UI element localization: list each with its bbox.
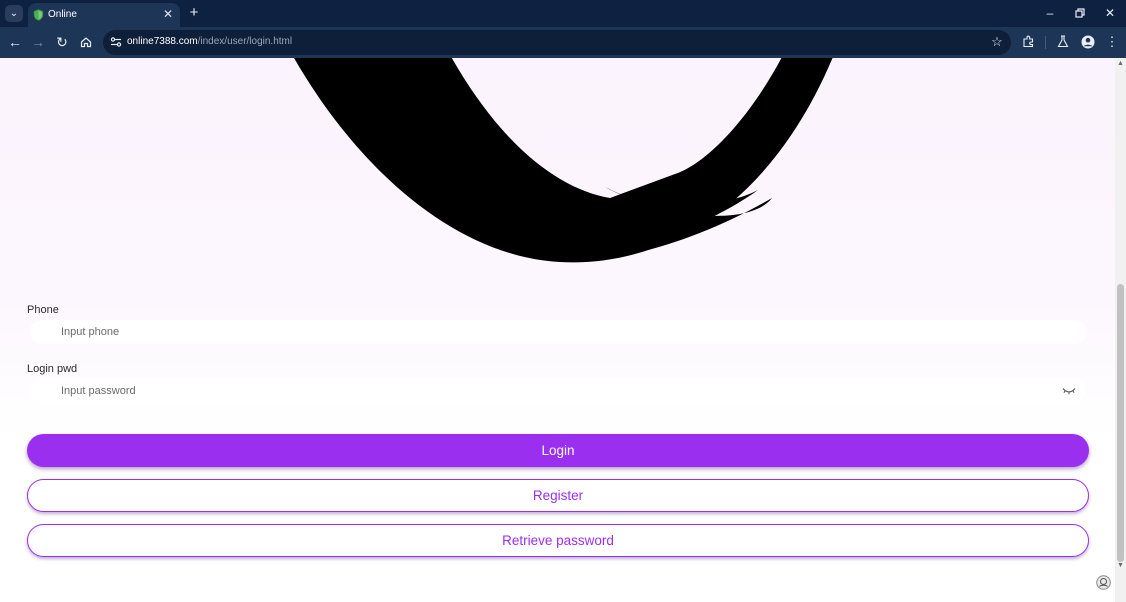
extensions-puzzle-icon[interactable]	[1019, 33, 1037, 51]
tab-search-chevron-icon[interactable]: ⌄	[5, 5, 23, 22]
phone-input[interactable]	[61, 323, 1021, 341]
restore-icon[interactable]	[1070, 5, 1090, 21]
register-button[interactable]: Register	[27, 479, 1089, 512]
eye-closed-icon[interactable]	[1062, 387, 1076, 395]
browser-toolbar: ← → ↻ online7388.com/index/user/login.ht…	[0, 27, 1126, 58]
phone-label: Phone	[27, 304, 59, 316]
shield-icon	[33, 9, 44, 21]
page-scrollbar[interactable]: ▲ ▼	[1115, 58, 1126, 602]
home-icon[interactable]	[77, 33, 95, 51]
forward-arrow-icon[interactable]: →	[29, 33, 47, 51]
profile-avatar-icon[interactable]	[1079, 33, 1097, 51]
password-field[interactable]	[30, 379, 1086, 403]
password-input[interactable]	[61, 382, 1021, 400]
bookmark-star-icon[interactable]: ☆	[989, 34, 1005, 50]
scroll-up-arrow-icon[interactable]: ▲	[1117, 60, 1124, 67]
toolbar-separator	[1045, 36, 1046, 49]
tab-close-icon[interactable]: ✕	[163, 7, 173, 21]
labs-flask-icon[interactable]	[1054, 33, 1072, 51]
address-bar[interactable]: online7388.com/index/user/login.html ☆	[103, 30, 1011, 55]
phone-field[interactable]	[30, 320, 1086, 344]
close-window-icon[interactable]: ✕	[1100, 5, 1120, 21]
retrieve-password-button[interactable]: Retrieve password	[27, 524, 1089, 557]
scroll-thumb[interactable]	[1117, 284, 1124, 562]
minimize-icon[interactable]: –	[1040, 5, 1060, 21]
support-icon[interactable]	[1096, 575, 1111, 590]
reload-icon[interactable]: ↻	[53, 33, 71, 51]
logo-swirl-graphic	[294, 58, 833, 263]
page-viewport: Phone Login pwd Login Register Retrieve …	[0, 58, 1115, 602]
scroll-down-arrow-icon[interactable]: ▼	[1117, 562, 1124, 569]
url-host: online7388.com	[127, 36, 198, 47]
browser-tab[interactable]: Online ✕	[28, 3, 180, 27]
url-text[interactable]: online7388.com/index/user/login.html	[127, 36, 292, 47]
more-menu-icon[interactable]: ⋮	[1103, 33, 1121, 51]
login-button[interactable]: Login	[27, 434, 1089, 467]
back-arrow-icon[interactable]: ←	[6, 33, 24, 51]
browser-tab-bar: ⌄ Online ✕ + – ✕	[0, 0, 1126, 27]
password-label: Login pwd	[27, 363, 78, 375]
site-info-icon[interactable]	[109, 35, 123, 49]
tab-title: Online	[48, 9, 77, 20]
new-tab-plus-icon[interactable]: +	[186, 5, 202, 21]
url-path: /index/user/login.html	[197, 36, 293, 47]
